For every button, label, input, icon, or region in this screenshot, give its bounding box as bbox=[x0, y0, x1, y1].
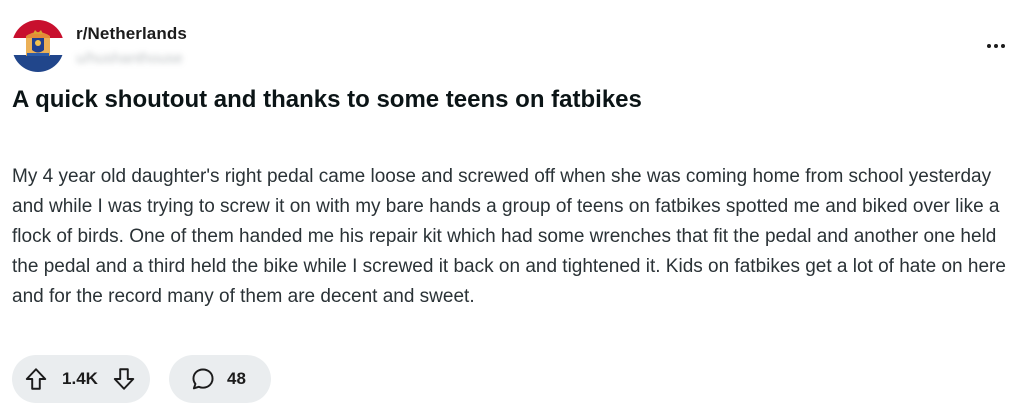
post-card: r/Netherlands u/hushanthouse A quick sho… bbox=[0, 0, 1024, 413]
vote-count: 1.4K bbox=[62, 369, 98, 388]
comment-icon bbox=[189, 365, 217, 393]
dot bbox=[987, 44, 991, 48]
dot bbox=[994, 44, 998, 48]
post-title[interactable]: A quick shoutout and thanks to some teen… bbox=[12, 85, 1002, 115]
subreddit-name[interactable]: r/Netherlands bbox=[76, 24, 187, 44]
upvote-icon[interactable] bbox=[22, 365, 50, 393]
vote-pill: 1.4K bbox=[12, 355, 150, 403]
netherlands-flag-icon bbox=[12, 20, 64, 72]
post-header: r/Netherlands u/hushanthouse bbox=[12, 20, 187, 72]
comments-button[interactable]: 48 bbox=[169, 355, 271, 403]
post-actions: 1.4K 48 bbox=[12, 355, 271, 403]
comment-count: 48 bbox=[227, 369, 246, 388]
post-meta: r/Netherlands u/hushanthouse bbox=[76, 24, 187, 67]
subreddit-avatar[interactable] bbox=[12, 20, 64, 72]
more-options-icon[interactable] bbox=[982, 34, 1010, 58]
downvote-icon[interactable] bbox=[110, 365, 138, 393]
post-body: My 4 year old daughter's right pedal cam… bbox=[12, 166, 1006, 307]
author-username[interactable]: u/hushanthouse bbox=[76, 50, 187, 67]
dot bbox=[1001, 44, 1005, 48]
